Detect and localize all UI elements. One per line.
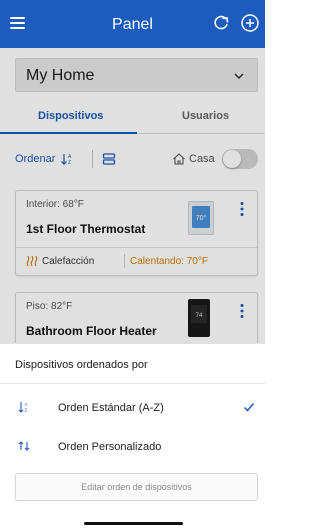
device-name: 1st Floor Thermostat: [26, 222, 146, 236]
sort-az-icon: A Z: [18, 402, 28, 413]
device-card-thermostat[interactable]: Interior: 68°F 1st Floor Thermostat 70° …: [15, 190, 258, 276]
more-options-icon[interactable]: [239, 303, 245, 319]
tab-usuarios[interactable]: Usuarios: [182, 110, 229, 122]
active-tab-indicator: [0, 132, 137, 134]
checkmark-icon: [243, 403, 255, 412]
device-toolbar: Ordenar A Z Casa: [0, 146, 265, 176]
home-mode-label: Casa: [189, 153, 215, 165]
chevron-down-icon: [234, 73, 244, 80]
edit-device-order-button[interactable]: Editar orden de dispositivos: [15, 473, 258, 501]
toggle-knob: [223, 150, 241, 168]
indoor-temperature: Interior: 68°F: [26, 199, 84, 210]
sheet-divider: [0, 383, 265, 384]
sort-az-icon[interactable]: A Z: [60, 152, 74, 166]
custom-order-icon: [18, 441, 30, 451]
more-options-icon[interactable]: [239, 201, 245, 217]
app-header: Panel: [0, 0, 265, 48]
card-divider: [16, 247, 257, 248]
sort-option-label: Orden Personalizado: [58, 441, 162, 453]
floor-heater-image: 74: [188, 299, 210, 337]
sort-option-standard[interactable]: A Z Orden Estándar (A-Z): [0, 390, 265, 424]
system-mode: Calefacción: [42, 256, 95, 267]
svg-text:A: A: [25, 402, 28, 407]
add-circle-icon[interactable]: [240, 13, 260, 33]
edit-device-order-label: Editar orden de dispositivos: [81, 482, 192, 492]
device-name: Bathroom Floor Heater: [26, 324, 157, 338]
list-layout-icon[interactable]: [102, 152, 116, 166]
thermostat-screen: 70°: [192, 206, 210, 228]
sort-button[interactable]: Ordenar: [15, 153, 55, 165]
home-mode-toggle[interactable]: [222, 149, 258, 169]
status-divider: [124, 254, 125, 268]
heating-status: Calentando: 70°F: [130, 256, 208, 267]
sheet-title: Dispositivos ordenados por: [15, 359, 148, 371]
home-indicator: [84, 522, 183, 525]
toolbar-divider: [92, 150, 93, 168]
tab-bar: Dispositivos Usuarios: [0, 102, 265, 134]
floor-heater-screen-value: 74: [196, 313, 203, 319]
sort-option-label: Orden Estándar (A-Z): [58, 402, 164, 414]
floor-heater-screen: 74: [191, 305, 207, 323]
refresh-icon[interactable]: [211, 13, 231, 33]
heating-icon: [26, 255, 38, 267]
tab-dispositivos[interactable]: Dispositivos: [38, 110, 103, 122]
svg-text:Z: Z: [68, 160, 71, 166]
home-selector-value: My Home: [26, 67, 95, 84]
floor-temperature: Piso: 82°F: [26, 301, 73, 312]
thermostat-screen-value: 70°: [196, 214, 207, 222]
home-icon: [173, 153, 185, 165]
sort-bottom-sheet: Dispositivos ordenados por A Z Orden Est…: [0, 343, 265, 532]
home-selector[interactable]: My Home: [15, 58, 258, 92]
svg-text:Z: Z: [25, 408, 28, 413]
sort-option-custom[interactable]: Orden Personalizado: [0, 429, 265, 463]
thermostat-image: 70°: [188, 201, 214, 235]
